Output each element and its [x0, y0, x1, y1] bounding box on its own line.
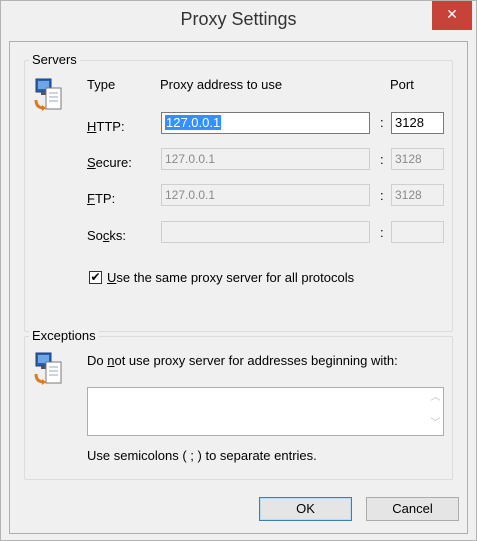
cancel-button[interactable]: Cancel [366, 497, 459, 521]
socks-label: Socks: [87, 228, 127, 243]
ftp-colon: : [380, 188, 384, 203]
network-computer-icon [34, 78, 62, 111]
window-title: Proxy Settings [180, 9, 297, 29]
exceptions-hint: Use semicolons ( ; ) to separate entries… [87, 448, 317, 463]
http-colon: : [380, 115, 384, 130]
address-column-header: Proxy address to use [160, 77, 283, 92]
secure-label: Secure: [87, 155, 132, 170]
http-port-input[interactable]: 3128 [391, 112, 444, 134]
socks-colon: : [380, 225, 384, 240]
same-proxy-label[interactable]: Use the same proxy server for all protoc… [107, 270, 354, 285]
scroll-down-icon[interactable]: ﹀ [430, 419, 441, 429]
proxy-settings-dialog: Proxy Settings ✕ Servers Type Proxy addr… [0, 0, 477, 541]
title-bar: Proxy Settings ✕ [1, 1, 476, 41]
ftp-port-input[interactable]: 3128 [391, 184, 444, 206]
socks-address-input[interactable] [161, 221, 370, 243]
ok-button[interactable]: OK [259, 497, 352, 521]
secure-colon: : [380, 152, 384, 167]
ftp-label: FTP: [87, 191, 116, 206]
exceptions-scrollbar[interactable]: ︿ ﹀ [427, 388, 443, 435]
ftp-address-input[interactable]: 127.0.0.1 [161, 184, 370, 206]
socks-port-input[interactable] [391, 221, 444, 243]
exceptions-textarea[interactable] [87, 387, 444, 436]
exceptions-instruction: Do not use proxy server for addresses be… [87, 353, 398, 368]
scroll-up-icon[interactable]: ︿ [430, 393, 441, 403]
close-button[interactable]: ✕ [432, 1, 472, 30]
same-proxy-checkbox[interactable]: ✔ [89, 271, 102, 284]
http-address-input[interactable]: 127.0.0.1 [161, 112, 370, 134]
exceptions-group-label: Exceptions [29, 328, 99, 343]
dialog-body: Servers Type Proxy address to use Port H… [9, 41, 468, 534]
secure-address-input[interactable]: 127.0.0.1 [161, 148, 370, 170]
secure-port-input[interactable]: 3128 [391, 148, 444, 170]
http-label: HTTP: [87, 119, 125, 134]
type-column-header: Type [87, 77, 116, 92]
port-column-header: Port [390, 77, 414, 92]
network-computer-icon [34, 352, 62, 385]
servers-group-label: Servers [29, 52, 80, 67]
